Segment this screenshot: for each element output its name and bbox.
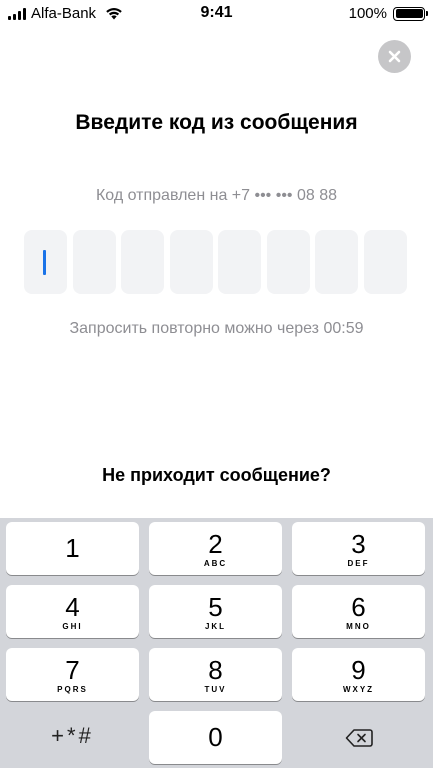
key-digit: 2	[208, 529, 223, 559]
key-9[interactable]: 9 WXYZ	[292, 648, 425, 701]
key-letters: JKL	[204, 622, 227, 631]
key-digit: 0	[208, 722, 223, 752]
close-icon	[388, 50, 401, 63]
resend-timer: Запросить повторно можно через 00:59	[69, 320, 364, 337]
key-digit: 3	[351, 529, 366, 559]
battery-icon	[393, 6, 428, 21]
key-digit: 9	[351, 655, 366, 685]
key-letters: GHI	[62, 622, 83, 631]
key-7[interactable]: 7 PQRS	[6, 648, 139, 701]
key-letters: MNO	[346, 622, 371, 631]
battery-fill	[395, 9, 423, 18]
battery-percent: 100%	[348, 5, 387, 22]
key-digit: 5	[208, 592, 223, 622]
code-digit-cell[interactable]	[218, 230, 261, 294]
key-letters: TUV	[204, 685, 227, 694]
key-4[interactable]: 4 GHI	[6, 585, 139, 638]
backspace-icon	[345, 729, 373, 747]
code-digit-cell[interactable]	[266, 230, 310, 294]
key-letters: PQRS	[57, 685, 88, 694]
page-title: Введите код из сообщения	[75, 111, 358, 134]
key-0[interactable]: 0	[149, 711, 282, 764]
key-5[interactable]: 5 JKL	[149, 585, 282, 638]
key-6[interactable]: 6 MNO	[292, 585, 425, 638]
key-digit: 8	[208, 655, 223, 685]
close-button[interactable]	[378, 40, 411, 73]
key-digit: 7	[65, 655, 80, 685]
text-cursor	[43, 250, 46, 275]
code-input[interactable]	[24, 230, 407, 294]
code-digit-cell[interactable]	[169, 230, 213, 294]
code-digit-cell[interactable]	[363, 230, 407, 294]
key-digit: 1	[65, 533, 80, 563]
key-letters: DEF	[347, 559, 370, 568]
delete-key[interactable]	[292, 711, 425, 764]
key-letters: ABC	[203, 559, 228, 568]
key-2[interactable]: 2 ABC	[149, 522, 282, 575]
key-digit: 4	[65, 592, 80, 622]
code-sent-info: Код отправлен на +7 ••• ••• 08 88	[95, 187, 338, 204]
code-digit-cell[interactable]	[315, 230, 358, 294]
numeric-keypad: +*# 1 2 ABC 3 DEF 4 GHI 5 JKL 6 MNO 7 PQRS 8 TUV 9 WXYZ 0	[0, 518, 433, 768]
status-bar: Alfa-Bank 9:41 100%	[0, 0, 433, 28]
key-digit: 6	[351, 592, 366, 622]
symbols-key[interactable]: +*#	[6, 711, 139, 764]
symbols-label: +*#	[51, 723, 94, 748]
code-digit-cell[interactable]	[121, 230, 164, 294]
no-message-link[interactable]: Не приходит сообщение?	[0, 465, 433, 486]
key-8[interactable]: 8 TUV	[149, 648, 282, 701]
code-digit-cell[interactable]	[72, 230, 116, 294]
key-letters: WXYZ	[342, 685, 375, 694]
status-right: 100%	[348, 5, 428, 22]
code-digit-cell[interactable]	[24, 230, 67, 294]
key-1[interactable]: 1	[6, 522, 139, 575]
key-3[interactable]: 3 DEF	[292, 522, 425, 575]
